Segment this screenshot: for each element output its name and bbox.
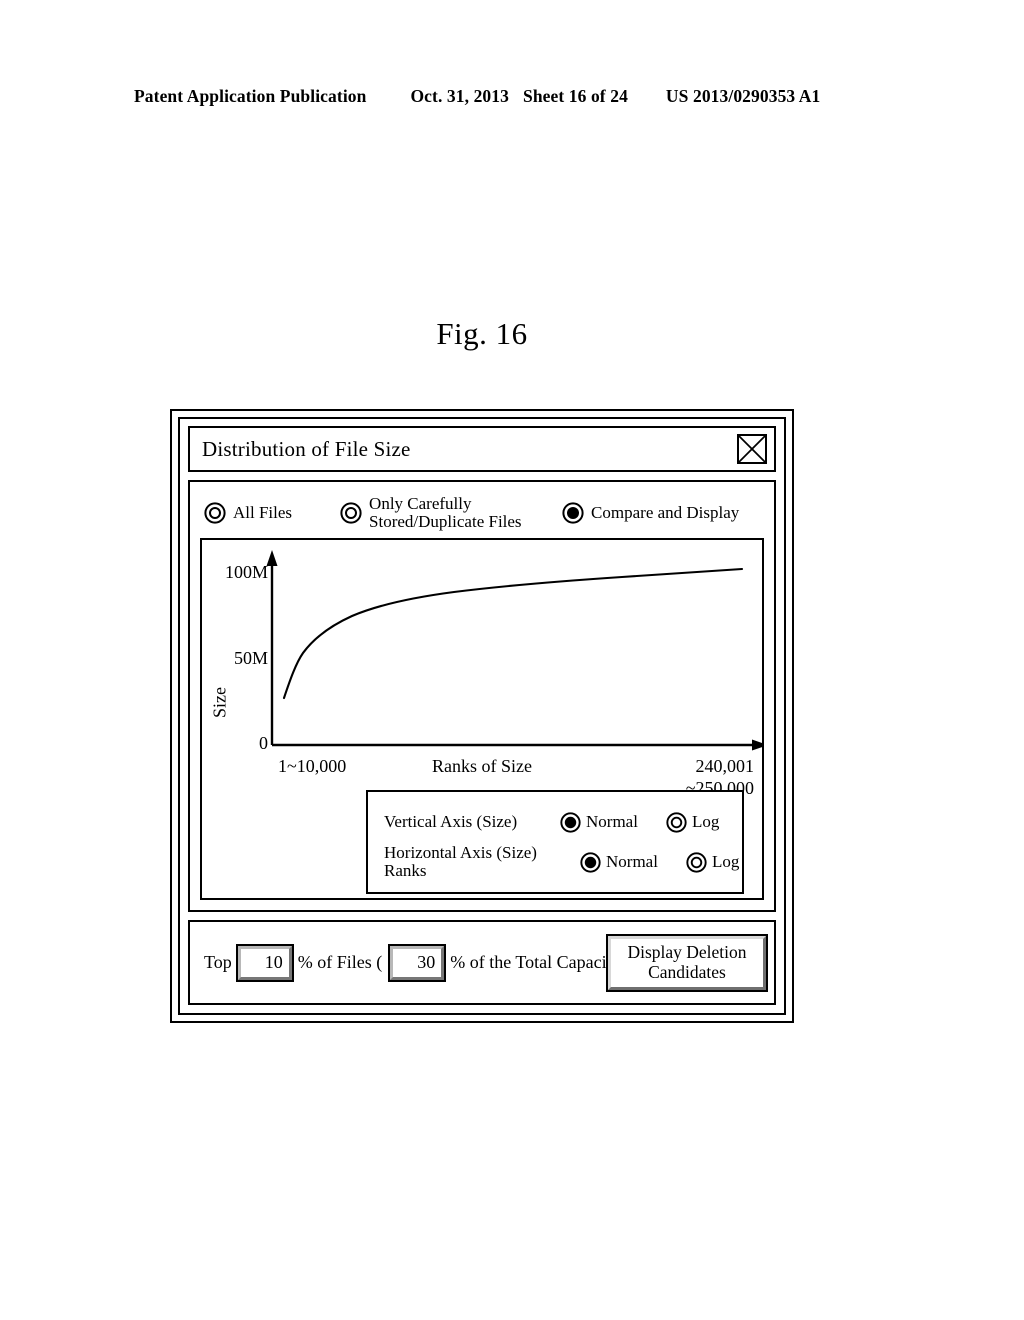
- dialog-title: Distribution of File Size: [202, 436, 411, 461]
- files-percent-label: % of Files (: [297, 952, 383, 972]
- radio-unselected-icon: [686, 851, 707, 873]
- vertical-axis-log-option[interactable]: Log: [666, 811, 720, 833]
- radio-label-all-files: All Files: [233, 502, 293, 522]
- patent-number: US 2013/0290353 A1: [665, 86, 821, 106]
- top-label: Top: [204, 952, 232, 972]
- distribution-dialog: Distribution of File Size All Files Only…: [170, 409, 794, 1023]
- vertical-axis-normal-label: Normal: [586, 812, 638, 831]
- radio-unselected-icon: [666, 811, 687, 833]
- horizontal-axis-normal-label: Normal: [606, 852, 658, 871]
- deletion-candidates-toolbar: Top 10 % of Files ( 30 % of the Total Ca…: [188, 920, 776, 1005]
- radio-unselected-icon: [204, 502, 226, 524]
- page-header: Patent Application Publication Oct. 31, …: [134, 86, 890, 112]
- file-size-distribution-chart: 100M 50M 0 Size 1~10,000 Ranks of Size 2…: [200, 538, 764, 900]
- radio-label-compare-display: Compare and Display: [591, 502, 740, 522]
- radio-option-all-files[interactable]: All Files: [204, 502, 292, 524]
- vertical-axis-label: Vertical Axis (Size): [384, 812, 518, 832]
- axis-scale-options-panel: Vertical Axis (Size) Normal Log Horizont…: [366, 790, 744, 894]
- dialog-body-panel: All Files Only Carefully Stored/Duplicat…: [188, 480, 776, 912]
- y-axis-tick-100m: 100M: [224, 562, 268, 582]
- capacity-percent-label: % of the Total Capacity): [450, 952, 627, 972]
- delete-button-line2: Candidates: [648, 961, 726, 982]
- y-axis-tick-50m: 50M: [233, 648, 268, 668]
- files-percent-input[interactable]: 10: [235, 943, 294, 982]
- radio-selected-icon: [560, 811, 581, 833]
- horizontal-axis-label: Horizontal Axis (Size) Ranks: [384, 843, 537, 880]
- vertical-axis-normal-option[interactable]: Normal: [560, 811, 638, 833]
- x-axis-tick-right-line1: 240,001: [695, 756, 755, 776]
- capacity-percent-input[interactable]: 30: [388, 943, 447, 982]
- vertical-axis-option-row: Vertical Axis (Size) Normal Log: [384, 802, 742, 842]
- horizontal-axis-log-label: Log: [711, 852, 740, 871]
- radio-option-duplicate-files[interactable]: Only Carefully Stored/Duplicate Files: [340, 493, 541, 531]
- dialog-inner-frame: Distribution of File Size All Files Only…: [178, 417, 786, 1015]
- radio-selected-icon: [580, 851, 601, 873]
- horizontal-axis-log-option[interactable]: Log: [686, 851, 740, 873]
- sheet-number: Sheet 16 of 24: [522, 86, 628, 106]
- y-axis-label: Size: [209, 687, 230, 718]
- radio-unselected-icon: [340, 502, 362, 524]
- radio-option-compare-display[interactable]: Compare and Display: [562, 502, 739, 524]
- publication-date: Oct. 31, 2013: [410, 86, 509, 106]
- x-axis-label: Ranks of Size: [432, 756, 532, 776]
- file-mode-radio-group: All Files Only Carefully Stored/Duplicat…: [200, 490, 764, 536]
- radio-selected-icon: [562, 502, 584, 524]
- dialog-title-bar: Distribution of File Size: [188, 426, 776, 472]
- publication-label: Patent Application Publication: [134, 86, 367, 106]
- vertical-axis-log-label: Log: [691, 812, 720, 831]
- horizontal-axis-normal-option[interactable]: Normal: [580, 851, 658, 873]
- display-deletion-candidates-button[interactable]: Display Deletion Candidates: [606, 933, 768, 992]
- radio-label-duplicate-files: Only Carefully Stored/Duplicate Files: [369, 493, 522, 531]
- close-icon[interactable]: [737, 434, 767, 464]
- delete-button-line1: Display Deletion: [627, 941, 747, 962]
- figure-caption: Fig. 16: [436, 316, 528, 351]
- horizontal-axis-option-row: Horizontal Axis (Size) Ranks Normal Log: [384, 842, 742, 882]
